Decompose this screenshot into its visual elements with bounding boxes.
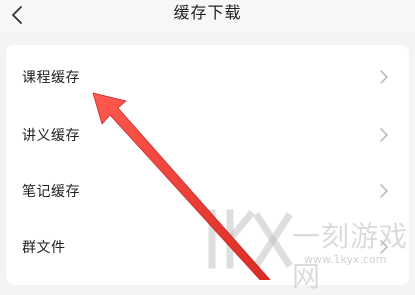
menu-item-notes-cache[interactable]: 笔记缓存 bbox=[6, 162, 409, 220]
menu-item-label: 课程缓存 bbox=[22, 70, 80, 86]
menu-item-label: 群文件 bbox=[22, 240, 66, 256]
chevron-right-icon bbox=[380, 70, 388, 84]
cache-menu-card: 课程缓存 讲义缓存 笔记缓存 群文件 bbox=[6, 45, 409, 285]
chevron-right-icon bbox=[380, 184, 388, 198]
menu-item-handout-cache[interactable]: 讲义缓存 bbox=[6, 106, 409, 164]
menu-item-label: 笔记缓存 bbox=[22, 184, 80, 200]
menu-item-course-cache[interactable]: 课程缓存 bbox=[6, 48, 409, 106]
top-bar: 缓存下载 bbox=[0, 0, 415, 32]
menu-item-label: 讲义缓存 bbox=[22, 128, 80, 144]
chevron-right-icon bbox=[380, 240, 388, 254]
menu-item-group-files[interactable]: 群文件 bbox=[6, 218, 409, 276]
page-title: 缓存下载 bbox=[173, 3, 242, 22]
chevron-right-icon bbox=[380, 128, 388, 142]
